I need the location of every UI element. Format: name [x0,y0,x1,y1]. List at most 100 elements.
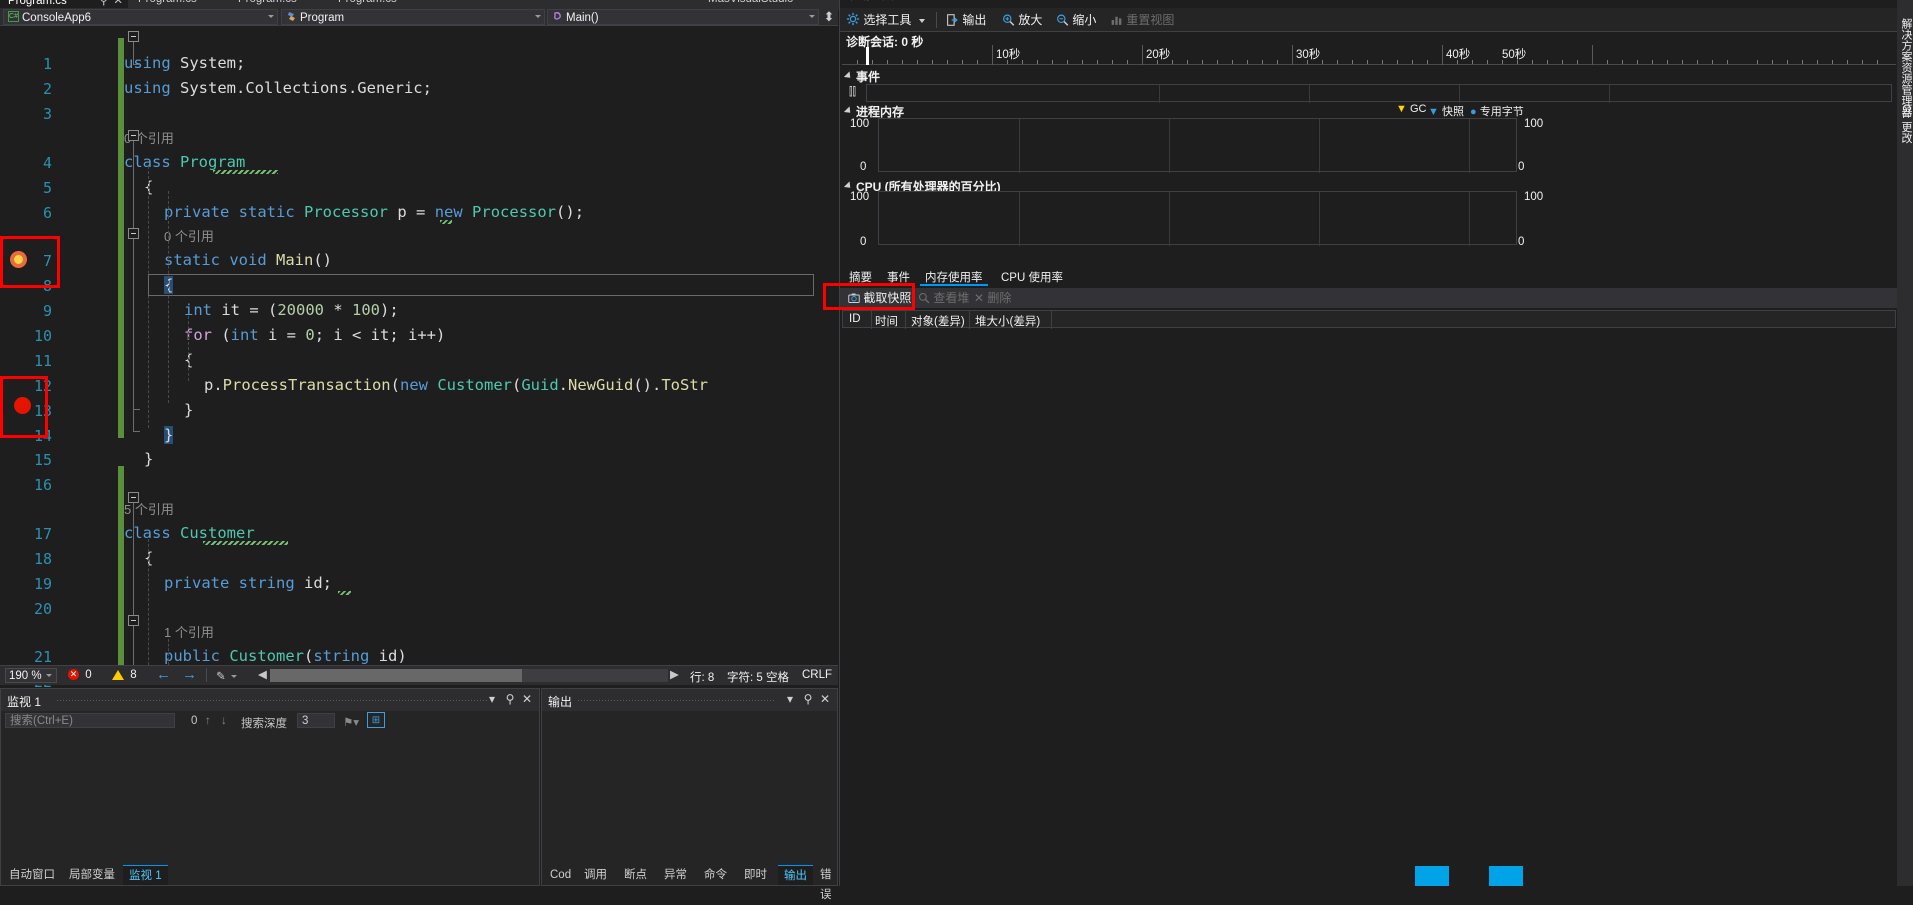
view-heap-button[interactable]: 查看堆 [918,289,969,307]
tab-autos[interactable]: 自动窗口 [3,865,61,885]
codelens-reference[interactable]: 1 个引用 [164,622,214,641]
project-dropdown[interactable]: C# ConsoleApp6 [3,9,278,25]
navigate-forward-button[interactable]: → [182,666,197,683]
cpu-usage-graph[interactable] [878,191,1517,246]
code-line[interactable]: { [144,178,153,196]
memory-usage-toolbar[interactable]: 截取快照 查看堆 ✕ 删除 [840,288,1898,308]
line-ending-indicator[interactable]: CRLF [802,669,832,681]
code-line[interactable]: private string id; [164,574,332,592]
scroll-right-arrow[interactable]: ▶ [670,667,679,681]
scroll-left-arrow[interactable]: ◀ [258,667,267,681]
split-view-icon[interactable]: ⬍ [822,10,836,24]
column-objects-diff[interactable]: 对象(差异) [911,313,965,329]
codelens-reference[interactable]: 0 个引用 [124,128,174,147]
code-line[interactable]: } [144,450,153,468]
dock-tab-solution-explorer[interactable]: 解决方案资源管理器 [1898,18,1913,117]
code-line[interactable]: } [164,426,174,444]
close-icon[interactable]: ✕ [520,692,534,706]
watch-depth-input[interactable]: 3 [297,713,335,728]
watch-panel-tabs[interactable]: 自动窗口 局部变量 监视 1 [1,865,539,885]
close-icon[interactable]: ✕ [818,692,832,706]
codelens-reference[interactable]: 0 个引用 [164,226,214,245]
memory-expander-icon[interactable] [843,106,854,116]
tab-exceptions[interactable]: 异常 [658,865,693,885]
zoom-in-button[interactable]: 放大 [1002,11,1042,29]
code-line[interactable]: class Program [124,153,245,171]
error-count-indicator[interactable]: ✕ 0 [68,669,92,681]
code-line[interactable]: { [184,351,193,369]
codelens-label[interactable]: 0 个引用 [124,131,174,146]
tab-breakpoints[interactable]: 断点 [618,865,653,885]
tab-command[interactable]: 命令 [698,865,733,885]
diagnostic-toolbar[interactable]: 选择工具 输出 放大 缩小 重置视图 [840,8,1897,32]
events-filter-icon[interactable]: ⫿⫿ [849,86,856,99]
code-line[interactable]: p.ProcessTransaction(new Customer(Guid.N… [204,376,708,394]
bottom-right-button-1[interactable] [1415,866,1449,886]
codelens-label[interactable]: 5 个引用 [124,502,174,517]
column-id[interactable]: ID [849,313,861,325]
events-lane[interactable] [866,84,1892,103]
export-output-button[interactable]: 输出 [946,11,986,29]
codelens-reference[interactable]: 5 个引用 [124,499,174,518]
zoom-out-button[interactable]: 缩小 [1056,11,1096,29]
timeline-playhead[interactable] [866,47,869,65]
code-line[interactable]: using System.Collections.Generic; [124,79,432,97]
tab-output[interactable]: 输出 [778,865,813,885]
navigate-back-button[interactable]: ← [156,666,171,683]
column-heap-size-diff[interactable]: 堆大小(差异) [975,313,1040,329]
type-dropdown[interactable]: Program [281,9,545,25]
tab-code[interactable]: Cod [544,865,577,885]
code-line[interactable]: static void Main() [164,251,332,269]
output-panel-tabs[interactable]: Cod 调用 断点 异常 命令 即时 输出 错误 [542,865,838,901]
watch-toggle-button[interactable]: ⊞ [367,712,385,728]
horizontal-scrollbar[interactable] [270,669,668,682]
panel-dropdown-icon[interactable]: ▾ [485,692,499,706]
right-dock-tabs[interactable]: 解决方案资源管理器 Git 更改 [1897,0,1913,886]
pin-icon[interactable]: ⚲ [503,692,517,706]
code-line[interactable]: } [184,401,193,419]
select-tools-button[interactable]: 选择工具 [846,11,925,29]
diagnostic-lower-tabs[interactable]: 摘要 事件 内存使用率 CPU 使用率 [840,270,1898,286]
events-section-header[interactable]: 事件 [856,68,880,85]
delete-snapshot-button[interactable]: ✕ 删除 [974,289,1011,307]
timeline-ruler[interactable]: 10秒 20秒 30秒 40秒 50秒 [842,45,1896,65]
tab-cpu-usage[interactable]: CPU 使用率 [996,270,1068,286]
tab-callstack[interactable]: 调用 [578,865,613,885]
dock-tab-git-changes[interactable]: Git 更改 [1898,104,1913,143]
column-time[interactable]: 时间 [875,313,898,329]
tab-immediate[interactable]: 即时 [738,865,773,885]
codelens-label[interactable]: 0 个引用 [164,229,214,244]
watch-search-input[interactable]: 搜索(Ctrl+E) [5,713,175,728]
events-expander-icon[interactable] [843,71,854,81]
tab-locals[interactable]: 局部变量 [63,865,121,885]
member-dropdown[interactable]: Main() [547,9,819,25]
code-line[interactable]: { [144,549,153,567]
code-line[interactable]: int it = (20000 * 100); [184,301,399,319]
search-prev-button[interactable]: ↑ [205,715,211,727]
code-line[interactable]: private static Processor p = new Process… [164,203,584,221]
annotation-tool-dropdown[interactable]: ✎ [216,669,237,683]
panel-dropdown-icon[interactable]: ▾ [783,692,797,706]
tab-memory-usage[interactable]: 内存使用率 [920,270,988,286]
tab-errors[interactable]: 错误 [814,865,838,901]
pin-icon[interactable]: ⚲ [801,692,815,706]
code-line[interactable]: using System; [124,54,245,72]
warning-count-indicator[interactable]: 8 [112,669,137,681]
watch-filter-icon[interactable]: ⚑▾ [343,715,359,729]
cpu-expander-icon[interactable] [843,181,854,191]
zoom-level-dropdown[interactable]: 190 % [5,668,57,683]
tab-watch-1[interactable]: 监视 1 [123,865,168,885]
code-line[interactable]: class Customer [124,524,255,542]
codelens-label[interactable]: 1 个引用 [164,625,214,640]
indentation-indicator[interactable]: 空格 [766,669,789,685]
code-line[interactable]: { [164,276,174,294]
code-line[interactable]: for (int i = 0; i < it; i++) [184,326,445,344]
search-next-button[interactable]: ↓ [221,715,227,727]
scrollbar-thumb[interactable] [270,669,522,682]
memory-usage-graph[interactable] [878,118,1517,173]
reset-view-button[interactable]: 重置视图 [1110,11,1174,29]
code-line[interactable]: public Customer(string id) [164,647,407,665]
bottom-right-button-2[interactable] [1489,866,1523,886]
code-text-area[interactable]: using System; using System.Collections.Ge… [124,26,814,665]
code-editor[interactable]: 12345678910111213141516171819202122 usin… [0,26,838,691]
